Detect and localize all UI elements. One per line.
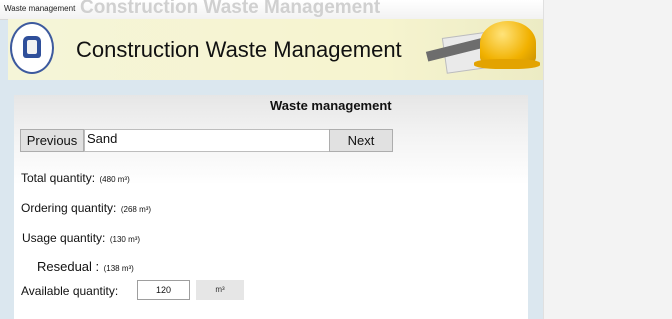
university-seal-icon	[10, 22, 54, 74]
helmet-blueprint-icon	[425, 21, 544, 81]
total-quantity-value: (480 m³)	[99, 175, 130, 184]
window-title: Waste management	[4, 4, 76, 13]
residual-row: Resedual : (138 m³)	[37, 258, 134, 276]
title-bar-ghost-text: Construction Waste Management	[80, 0, 381, 18]
ordering-quantity-row: Ordering quantity: (268 m³)	[21, 199, 151, 217]
app-window: Construction Waste Management Waste mana…	[0, 0, 543, 319]
total-quantity-label: Total quantity:	[21, 171, 96, 185]
usage-quantity-value: (130 m³)	[109, 235, 141, 244]
available-quantity-row: Available quantity:	[21, 282, 118, 300]
available-unit-label: m³	[196, 280, 244, 300]
title-bar: Construction Waste Management Waste mana…	[0, 0, 543, 20]
residual-label: Resedual :	[37, 259, 100, 274]
next-button[interactable]: Next	[329, 129, 393, 152]
available-quantity-input[interactable]: 120	[137, 280, 190, 300]
usage-quantity-row: Usage quantity: (130 m³)	[22, 229, 140, 247]
ordering-quantity-label: Ordering quantity:	[21, 201, 117, 215]
available-quantity-label: Available quantity:	[21, 284, 119, 298]
usage-quantity-label: Usage quantity:	[22, 231, 106, 245]
background-area	[543, 0, 672, 319]
residual-value: (138 m³)	[103, 264, 134, 273]
material-field[interactable]: Sand	[84, 129, 330, 152]
panel-title: Waste management	[270, 98, 392, 113]
banner-title: Construction Waste Management	[76, 37, 402, 62]
total-quantity-row: Total quantity: (480 m³)	[21, 169, 130, 187]
banner: Construction Waste Management	[8, 19, 543, 80]
previous-button[interactable]: Previous	[20, 129, 84, 152]
ordering-quantity-value: (268 m³)	[120, 205, 152, 214]
